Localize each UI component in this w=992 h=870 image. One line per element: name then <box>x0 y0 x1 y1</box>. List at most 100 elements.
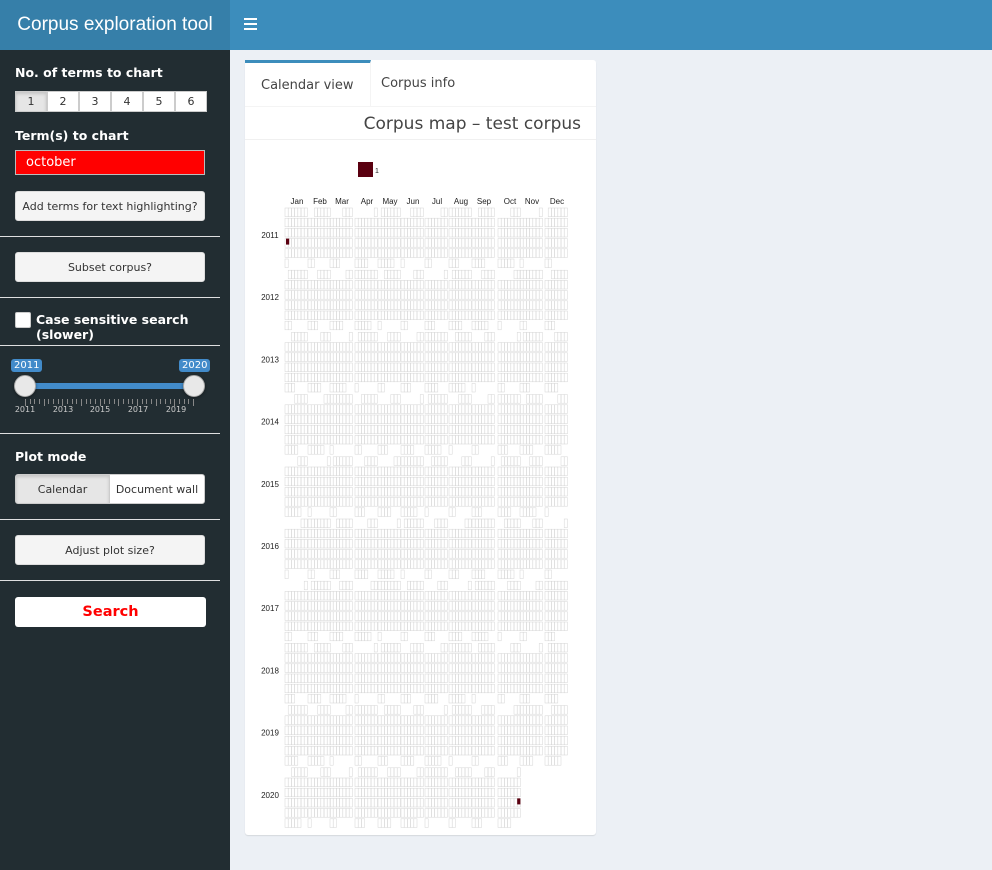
slider-min-handle[interactable] <box>14 375 36 397</box>
day-cell <box>314 248 318 258</box>
term-input[interactable]: october <box>15 150 205 175</box>
day-cell <box>380 787 385 798</box>
day-cell <box>526 300 530 310</box>
day-cell <box>380 414 385 424</box>
day-cell <box>500 621 505 631</box>
day-cell <box>443 643 448 653</box>
day-cell <box>396 497 401 507</box>
case-sensitive-checkbox[interactable] <box>15 312 31 328</box>
day-cell <box>547 539 552 549</box>
day-cell <box>410 238 415 248</box>
day-cell <box>377 601 382 611</box>
day-cell <box>384 643 388 653</box>
day-cell <box>419 456 424 466</box>
year-range-slider[interactable] <box>25 383 193 389</box>
day-cell <box>504 569 508 579</box>
day-cell <box>544 756 549 766</box>
num-terms-group: 1 2 3 4 5 6 <box>15 91 207 112</box>
num-terms-option-2[interactable]: 2 <box>47 91 79 112</box>
day-cell <box>497 310 502 320</box>
plot-mode-document-wall[interactable]: Document wall <box>109 474 205 504</box>
day-cell <box>535 414 540 424</box>
day-cell <box>407 518 411 528</box>
sidebar-toggle-icon[interactable] <box>244 16 257 33</box>
day-cell <box>348 777 353 787</box>
day-cell <box>294 735 299 746</box>
day-cell <box>538 735 543 746</box>
num-terms-option-3[interactable]: 3 <box>79 91 111 112</box>
add-highlight-terms-button[interactable]: Add terms for text highlighting? <box>15 191 205 221</box>
day-cell <box>424 342 429 352</box>
slider-tick <box>118 399 120 406</box>
day-cell <box>329 569 334 579</box>
day-cell <box>310 518 315 528</box>
tab-corpus-info[interactable]: Corpus info <box>365 60 471 107</box>
day-cell <box>461 352 466 362</box>
day-cell <box>474 559 479 569</box>
day-cell <box>458 362 463 372</box>
day-cell <box>544 549 549 559</box>
day-cell <box>367 621 372 631</box>
day-cell <box>464 777 469 787</box>
slider-tick <box>179 399 180 404</box>
day-cell <box>419 528 424 539</box>
day-cell <box>403 756 408 766</box>
day-cell <box>373 591 378 601</box>
day-cell <box>535 290 540 300</box>
day-cell <box>370 663 375 673</box>
day-cell <box>303 207 308 217</box>
slider-tick <box>67 399 68 404</box>
num-terms-option-1[interactable]: 1 <box>15 91 47 112</box>
day-cell <box>364 621 369 631</box>
day-cell <box>497 476 502 487</box>
day-cell <box>437 342 442 352</box>
day-cell <box>507 487 512 497</box>
day-cell <box>387 621 392 631</box>
num-terms-option-5[interactable]: 5 <box>143 91 175 112</box>
day-cell <box>529 290 534 300</box>
day-cell <box>471 611 476 621</box>
day-cell <box>413 456 418 466</box>
day-cell <box>544 248 549 258</box>
day-cell <box>348 663 353 673</box>
day-cell <box>357 238 362 248</box>
num-terms-option-4[interactable]: 4 <box>111 91 143 112</box>
day-cell <box>451 342 456 352</box>
day-cell <box>400 549 405 559</box>
plot-mode-calendar[interactable]: Calendar <box>15 474 110 504</box>
day-cell <box>448 756 453 766</box>
day-cell <box>387 559 392 569</box>
day-cell <box>464 621 469 631</box>
tab-calendar-view[interactable]: Calendar view <box>245 60 371 107</box>
day-cell <box>390 580 395 591</box>
day-cell <box>393 683 398 694</box>
day-cell <box>513 715 518 725</box>
day-cell <box>547 320 552 331</box>
num-terms-option-6[interactable]: 6 <box>175 91 207 112</box>
month-label: Dec <box>550 197 564 206</box>
day-cell <box>557 487 562 497</box>
day-cell <box>390 466 395 476</box>
day-cell <box>443 705 448 715</box>
day-cell <box>529 352 534 362</box>
day-cell <box>342 290 347 300</box>
day-cell <box>547 746 552 756</box>
day-cell <box>332 549 337 559</box>
slider-tick <box>155 399 157 406</box>
day-cell <box>497 290 502 300</box>
adjust-plot-size-button[interactable]: Adjust plot size? <box>15 535 205 565</box>
day-cell <box>526 735 530 746</box>
day-cell <box>323 300 328 310</box>
day-cell <box>387 238 392 248</box>
day-cell <box>384 746 388 756</box>
slider-max-handle[interactable] <box>183 375 205 397</box>
subset-corpus-button[interactable]: Subset corpus? <box>15 252 205 282</box>
day-cell <box>396 280 401 290</box>
day-cell <box>434 808 439 818</box>
day-cell <box>339 238 344 248</box>
day-cell <box>323 414 328 424</box>
day-cell <box>500 362 505 372</box>
divider <box>0 236 220 237</box>
search-button[interactable]: Search <box>15 597 206 627</box>
day-cell <box>342 653 347 663</box>
